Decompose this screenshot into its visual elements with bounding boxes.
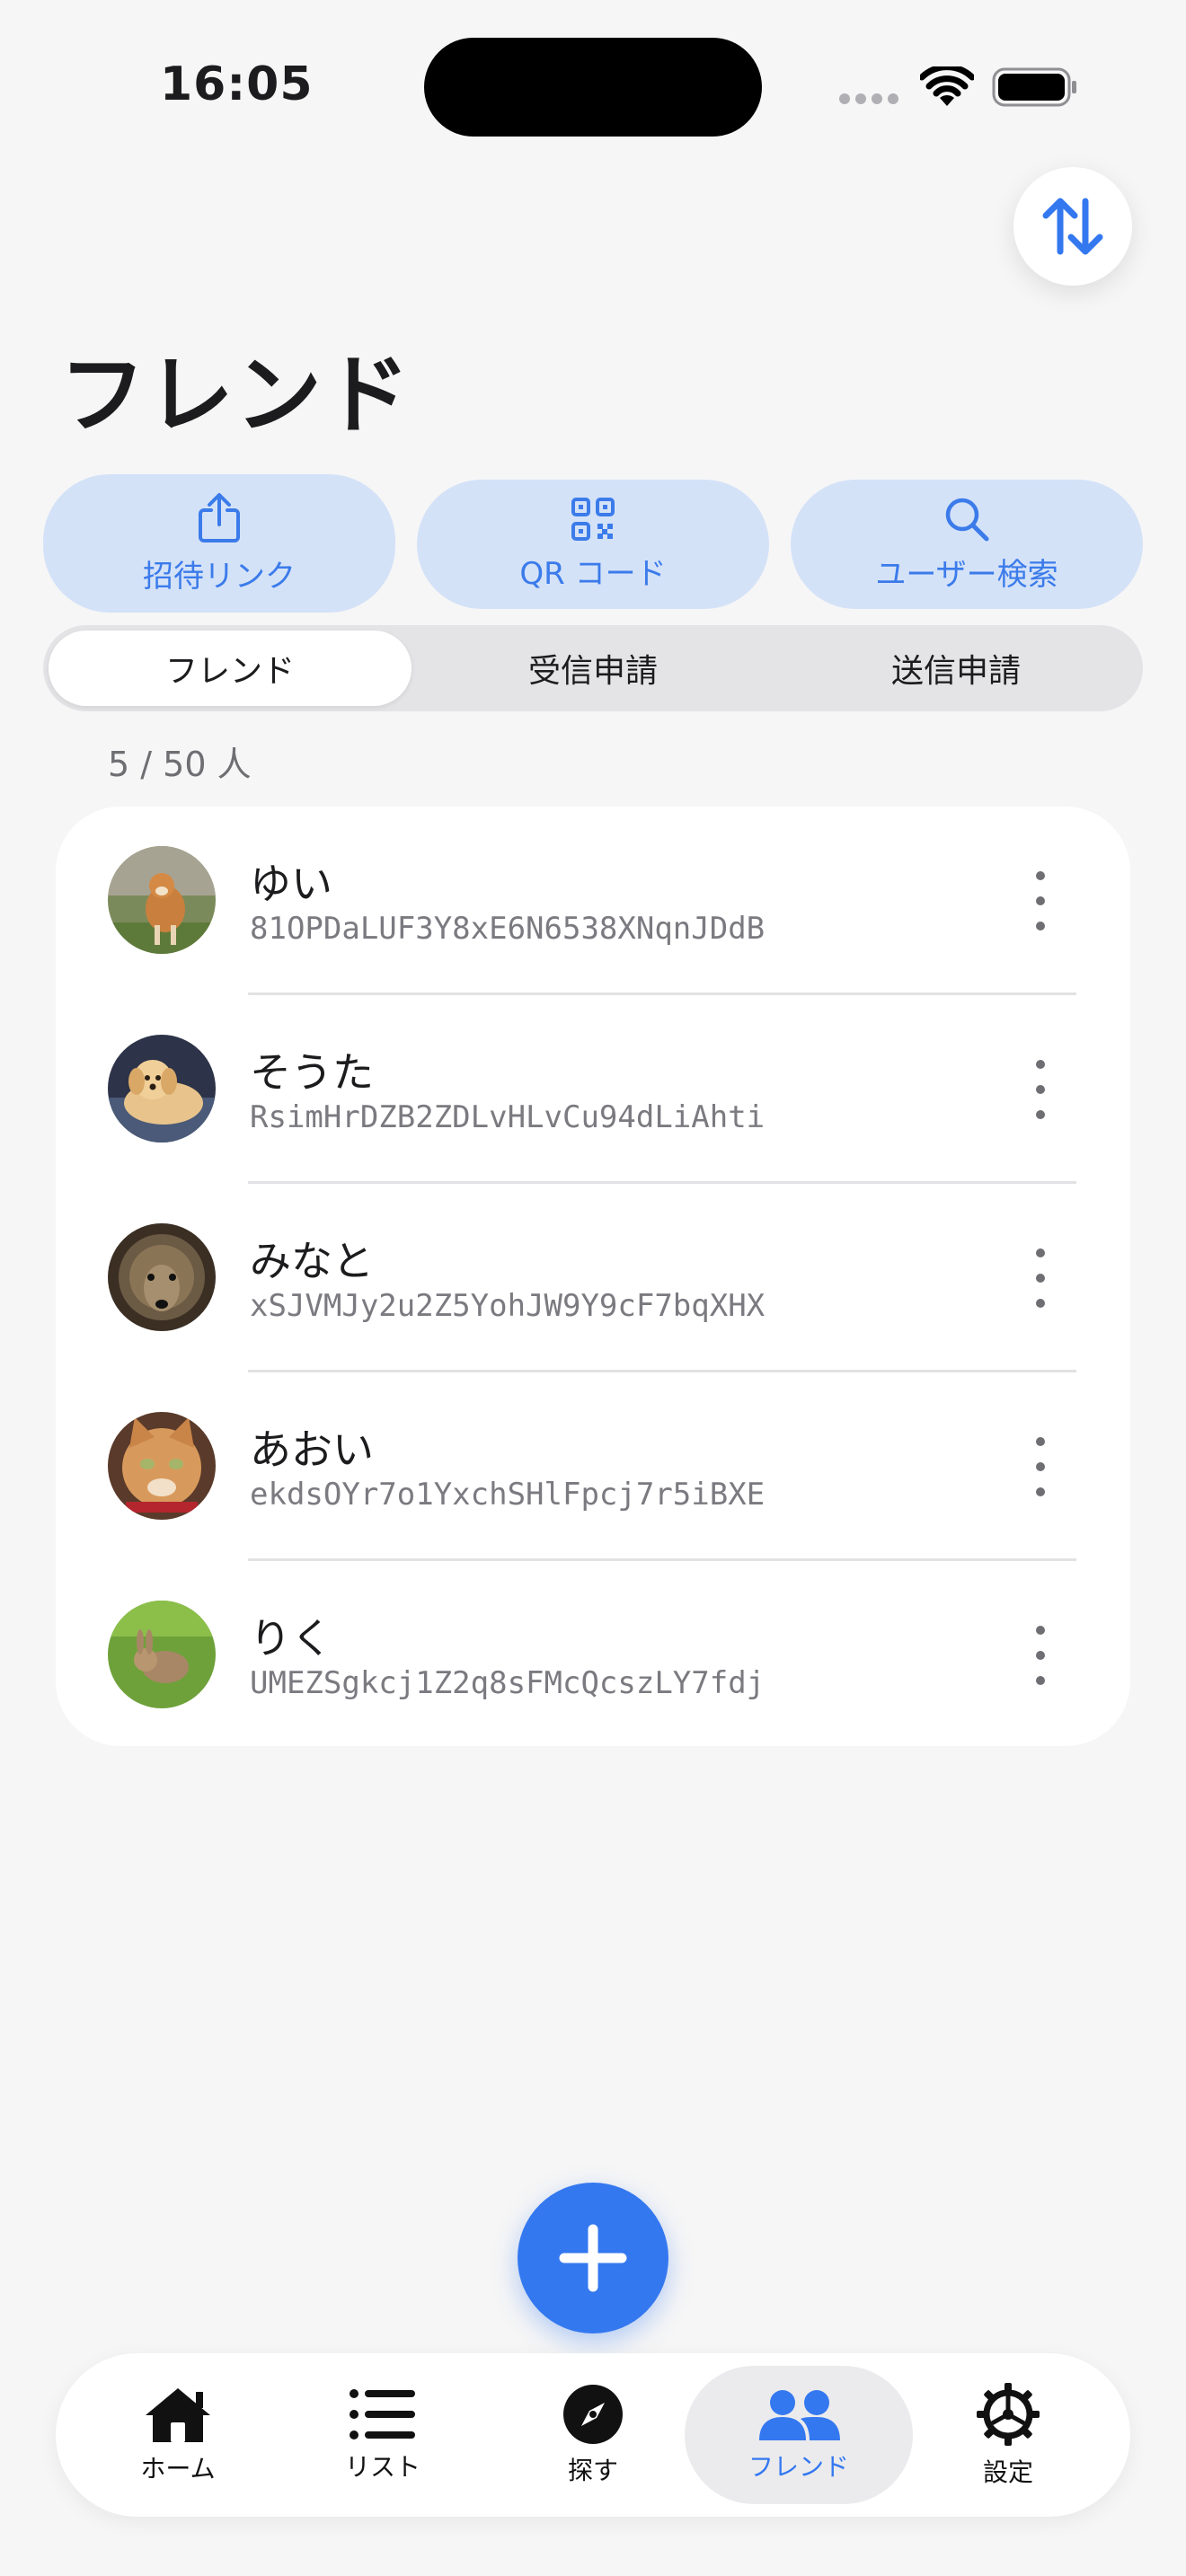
more-options-button[interactable]	[1022, 1060, 1058, 1119]
status-time: 16:05	[160, 57, 314, 111]
more-options-button[interactable]	[1022, 871, 1058, 931]
tab-friends-label: フレンド	[748, 2452, 849, 2482]
friend-row[interactable]: ゆい 81OPDaLUF3Y8xE6N6538XNqnJDdB	[56, 807, 1130, 995]
avatar[interactable]	[108, 1223, 216, 1331]
share-icon	[199, 492, 240, 543]
friend-id: RsimHrDZB2ZDLvHLvCu94dLiAhti	[250, 1099, 766, 1135]
avatar[interactable]	[108, 1601, 216, 1708]
tab-explore[interactable]: 探す	[489, 2366, 697, 2504]
house-icon	[146, 2388, 210, 2442]
battery-icon	[992, 67, 1076, 107]
segment-friends[interactable]: フレンド	[49, 631, 412, 706]
friend-row[interactable]: みなと xSJVMJy2u2Z5YohJW9Y9cF7bqXHX	[56, 1184, 1130, 1372]
tab-list-label: リスト	[344, 2452, 420, 2482]
friend-name: りく	[250, 1614, 332, 1663]
sort-button[interactable]	[1013, 167, 1132, 286]
cellular-signal-icon	[839, 93, 898, 104]
segment-received-requests[interactable]: 受信申請	[412, 631, 774, 706]
friend-name: ゆい	[250, 860, 332, 908]
plus-icon	[559, 2224, 627, 2292]
tab-list[interactable]: リスト	[279, 2366, 487, 2504]
people-icon	[759, 2390, 840, 2440]
more-options-button[interactable]	[1022, 1437, 1058, 1496]
invite-link-label: 招待リンク	[143, 558, 296, 595]
tab-settings-label: 設定	[982, 2457, 1033, 2487]
rabbit-grass-avatar	[108, 1601, 216, 1708]
friend-name: あおい	[250, 1425, 374, 1474]
friend-row[interactable]: あおい ekdsOYr7o1YxchSHlFpcj7r5iBXE	[56, 1372, 1130, 1561]
sort-arrows-icon	[1042, 198, 1103, 255]
avatar[interactable]	[108, 1412, 216, 1520]
friend-row[interactable]: りく UMEZSgkcj1Z2q8sFMcQcszLY7fdj	[56, 1561, 1130, 1750]
list-icon	[350, 2389, 415, 2439]
gear-icon	[977, 2383, 1040, 2446]
wifi-icon	[920, 66, 974, 106]
orange-cat-avatar	[108, 1412, 216, 1520]
friend-name: みなと	[250, 1237, 374, 1285]
avatar[interactable]	[108, 846, 216, 954]
friend-row[interactable]: そうた RsimHrDZB2ZDLvHLvCu94dLiAhti	[56, 995, 1130, 1184]
user-search-label: ユーザー検索	[875, 556, 1058, 593]
friends-list: ゆい 81OPDaLUF3Y8xE6N6538XNqnJDdB そうた Rsim…	[56, 807, 1130, 1746]
friend-id: 81OPDaLUF3Y8xE6N6538XNqnJDdB	[250, 911, 766, 947]
friend-id: ekdsOYr7o1YxchSHlFpcj7r5iBXE	[250, 1477, 766, 1513]
tab-settings[interactable]: 設定	[904, 2366, 1112, 2504]
friends-segmented-control: フレンド 受信申請 送信申請	[43, 625, 1143, 711]
invite-link-button[interactable]: 招待リンク	[43, 474, 395, 613]
golden-puppy-avatar	[108, 1035, 216, 1142]
friend-count: 5 / 50 人	[108, 745, 252, 784]
tab-friends[interactable]: フレンド	[685, 2366, 913, 2504]
tab-home[interactable]: ホーム	[74, 2366, 282, 2504]
qr-code-icon	[571, 497, 615, 541]
qr-code-button[interactable]: QR コード	[417, 480, 769, 609]
search-icon	[945, 498, 989, 541]
segment-sent-requests[interactable]: 送信申請	[774, 631, 1137, 706]
hedgehog-avatar	[108, 1223, 216, 1331]
add-friend-button[interactable]	[518, 2183, 668, 2333]
tab-explore-label: 探す	[567, 2456, 618, 2485]
avatar[interactable]	[108, 1035, 216, 1142]
user-search-button[interactable]: ユーザー検索	[791, 480, 1143, 609]
dynamic-island	[424, 38, 762, 137]
friend-id: UMEZSgkcj1Z2q8sFMcQcszLY7fdj	[250, 1665, 766, 1701]
qr-code-label: QR コード	[519, 555, 667, 592]
shiba-dog-avatar	[108, 846, 216, 954]
page-title: フレンド	[59, 345, 412, 446]
more-options-button[interactable]	[1022, 1248, 1058, 1308]
more-options-button[interactable]	[1022, 1626, 1058, 1685]
friend-id: xSJVMJy2u2Z5YohJW9Y9cF7bqXHX	[250, 1288, 766, 1324]
tab-home-label: ホーム	[140, 2454, 216, 2483]
compass-icon	[563, 2385, 623, 2444]
friend-name: そうた	[250, 1048, 374, 1097]
tab-bar: ホーム リスト 探す フレンド 設定	[56, 2353, 1130, 2517]
